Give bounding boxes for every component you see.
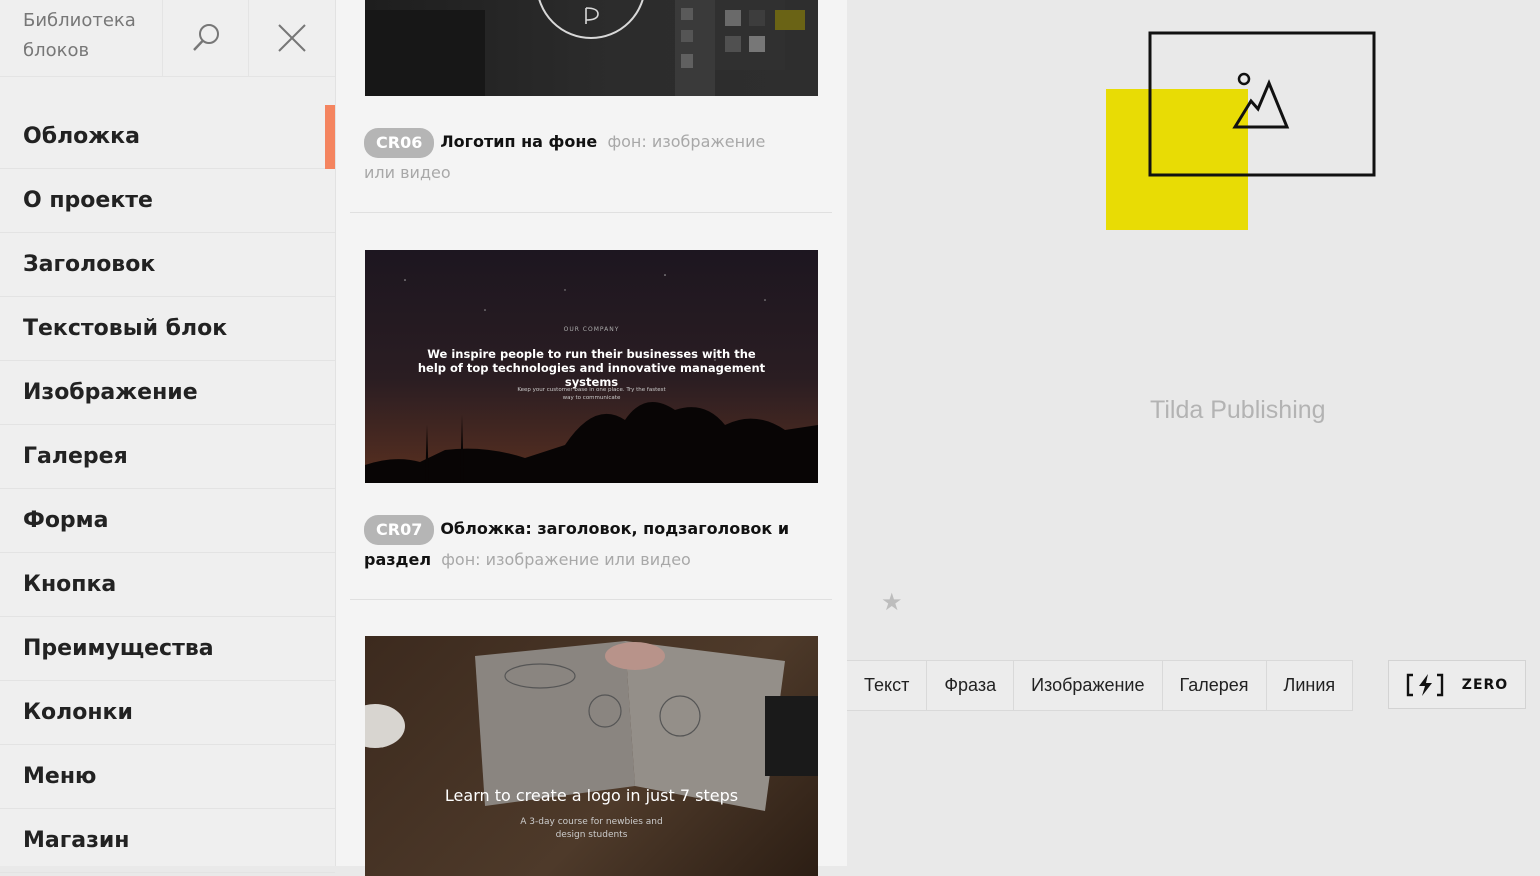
image-icon [1148,31,1376,177]
toolbar-button-gallery[interactable]: Галерея [1161,661,1266,710]
sidebar-item-label: Меню [23,764,97,789]
block-divider [350,599,832,600]
sidebar-item-image[interactable]: Изображение [0,361,335,425]
sidebar-item-label: Изображение [23,380,198,405]
search-icon [193,24,219,51]
sidebar-item-label: Обложка [23,124,140,149]
sidebar-item-label: Галерея [23,444,128,469]
zero-lightning-icon [1406,673,1443,696]
sidebar-item-features[interactable]: Преимущества [0,617,335,681]
block-preview-list: CR06 Логотип на фоне фон: изображение или… [336,0,847,876]
block-description-cr06[interactable]: CR06 Логотип на фоне фон: изображение или… [364,127,794,187]
block-code-badge: CR06 [364,127,435,158]
star-icon[interactable]: ★ [881,588,903,616]
sidebar-item-label: Форма [23,508,109,533]
sidebar-item-button[interactable]: Кнопка [0,553,335,617]
brand-text: Tilda Publishing [1150,396,1326,424]
block-thumbnail-logo-course[interactable]: Learn to create a logo in just 7 steps A… [365,636,818,876]
block-divider [350,212,832,213]
sidebar-header: Библиотека блоков [0,0,335,77]
sidebar-item-label: Магазин [23,828,130,853]
sidebar-item-cover[interactable]: Обложка [0,105,335,169]
sidebar-item-label: Колонки [23,700,133,725]
toolbar-button-text[interactable]: Текст [847,661,926,710]
element-toolbar: Текст Фраза Изображение Галерея Линия [847,660,1354,711]
sidebar-item-label: Текстовый блок [23,316,228,341]
sidebar-item-about[interactable]: О проекте [0,169,335,233]
toolbar-button-phrase[interactable]: Фраза [926,661,1013,710]
sidebar-item-shop[interactable]: Магазин [0,809,335,873]
preview-headline: Learn to create a logo in just 7 steps [444,786,739,805]
close-button[interactable] [248,0,335,76]
block-subtitle: фон: изображение или видео [441,549,691,569]
block-description-cr07[interactable]: CR07 Обложка: заголовок, подзаголовок и р… [364,514,794,574]
block-code-badge: CR07 [364,514,435,545]
sidebar-item-gallery[interactable]: Галерея [0,425,335,489]
sidebar-item-menu[interactable]: Меню [0,745,335,809]
block-thumbnail-cr07[interactable]: OUR COMPANY We inspire people to run the… [365,250,818,483]
logo-preview-graphic [365,0,805,96]
sidebar-item-label: О проекте [23,188,153,213]
sidebar-item-columns[interactable]: Колонки [0,681,335,745]
block-library-sidebar: Библиотека блоков Обложка О проекте Заго… [0,0,336,873]
close-icon [278,24,306,52]
sidebar-item-heading[interactable]: Заголовок [0,233,335,297]
sidebar-item-label: Заголовок [23,252,156,277]
sidebar-item-form[interactable]: Форма [0,489,335,553]
preview-body: Keep your customer base in one place. Tr… [517,387,666,401]
zero-block-button[interactable]: ZERO [1388,660,1526,709]
sidebar-item-text-block[interactable]: Текстовый блок [0,297,335,361]
block-thumbnail-cr06[interactable] [365,0,818,96]
sidebar-item-label: Кнопка [23,572,117,597]
preview-headline: We inspire people to run their businesse… [417,347,766,389]
category-list: Обложка О проекте Заголовок Текстовый бл… [0,105,335,873]
zero-block-label: ZERO [1461,676,1509,693]
sidebar-title: Библиотека блоков [23,10,136,61]
search-button[interactable] [162,0,249,76]
block-title: Логотип на фоне [440,132,598,151]
preview-eyebrow: OUR COMPANY [563,326,620,333]
toolbar-button-line[interactable]: Линия [1265,661,1353,710]
preview-body: A 3-day course for newbies and design st… [520,817,663,840]
sidebar-item-label: Преимущества [23,636,214,661]
toolbar-button-image[interactable]: Изображение [1013,661,1161,710]
